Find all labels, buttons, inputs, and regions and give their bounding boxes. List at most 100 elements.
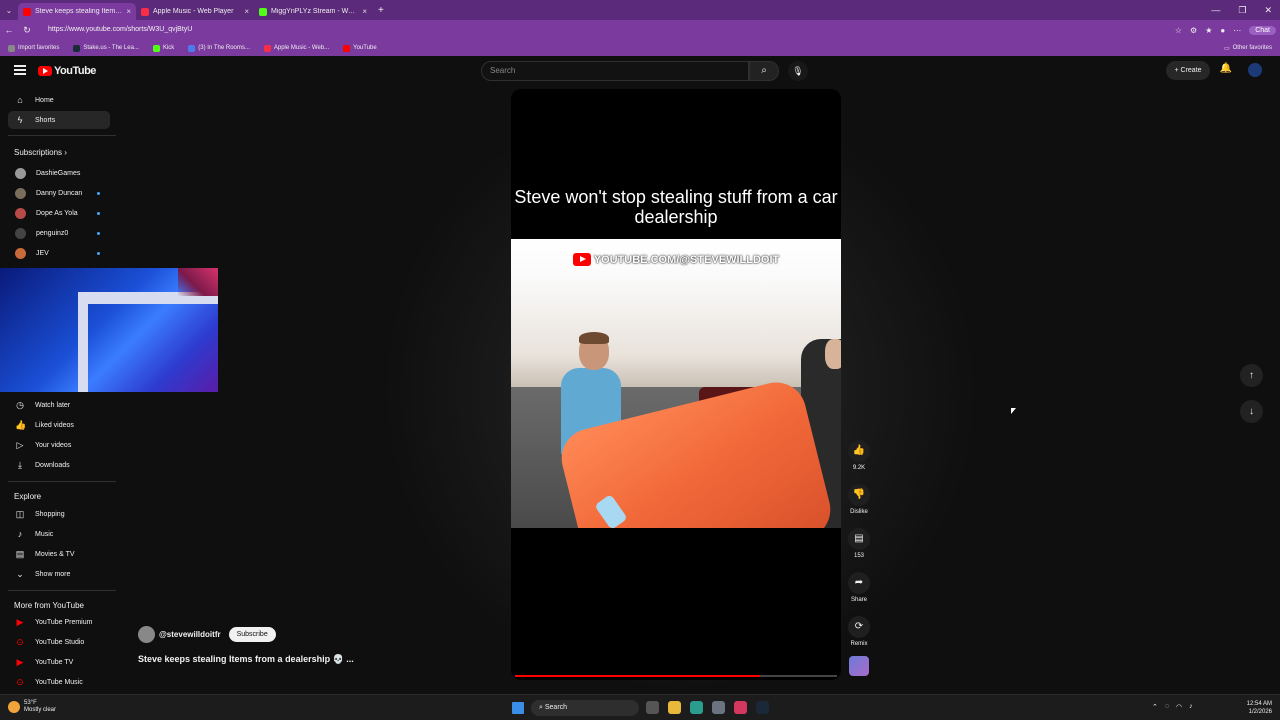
remix-button[interactable]: ⟳ Remix <box>845 616 873 647</box>
tab-youtube[interactable]: Steve keeps stealing Items fr × <box>18 3 136 20</box>
subscription-dashiegames[interactable]: DashieGames <box>8 164 110 182</box>
folder-icon: ▭ <box>1223 45 1230 52</box>
task-view-icon[interactable] <box>646 701 659 714</box>
weather-widget[interactable]: 53°F Mostly clear <box>8 700 56 714</box>
tab-kick-stream[interactable]: MiggYnPLYz Stream - Watch × <box>254 3 372 20</box>
video-title[interactable]: Steve keeps stealing Items from a dealer… <box>138 654 354 665</box>
previous-short-button[interactable]: ↑ <box>1240 364 1263 387</box>
more-icon[interactable]: ⋯ <box>1233 26 1241 35</box>
refresh-icon[interactable]: ↻ <box>18 25 36 36</box>
bookmark-stake[interactable]: Stake.us - The Lea... <box>73 44 139 52</box>
search-input[interactable]: Search <box>481 61 749 81</box>
sidebar-item-movies-tv[interactable]: ▤ Movies & TV <box>8 545 110 563</box>
star-icon[interactable]: ☆ <box>1175 26 1182 35</box>
share-arrow-icon: ➦ <box>848 572 870 594</box>
bookmark-in-the-rooms[interactable]: (3) In The Rooms... <box>188 44 250 52</box>
volume-icon[interactable]: ♪ <box>1189 703 1193 711</box>
sidebar-item-shorts[interactable]: ϟ Shorts <box>8 111 110 129</box>
music-note-icon: ♪ <box>17 529 23 539</box>
tab-apple-music[interactable]: Apple Music - Web Player × <box>136 3 254 20</box>
steam-icon[interactable] <box>756 701 769 714</box>
shorts-player[interactable]: Steve won't stop stealing stuff from a c… <box>511 89 841 680</box>
wifi-icon[interactable]: ◠ <box>1176 703 1182 711</box>
youtube-logo[interactable]: YouTube <box>38 65 96 77</box>
back-arrow-icon[interactable]: ← <box>0 25 18 35</box>
sidebar-item-music[interactable]: ♪ Music <box>8 525 110 543</box>
create-button[interactable]: + Create <box>1166 61 1210 80</box>
sidebar-item-your-videos[interactable]: ▷ Your videos <box>8 436 110 454</box>
opera-icon[interactable] <box>734 701 747 714</box>
restore-icon[interactable]: ❐ <box>1238 5 1246 16</box>
dislike-button[interactable]: 👎 Dislike <box>845 484 873 515</box>
system-tray: ⌃ ◌ ◠ ♪ <box>1152 703 1193 711</box>
sidebar-item-shopping[interactable]: ◫ Shopping <box>8 505 110 523</box>
microphone-icon: 🎙 <box>792 66 804 76</box>
copilot-chat-button[interactable]: Chat <box>1249 25 1276 35</box>
windows-start-icon[interactable] <box>512 702 524 714</box>
webcam-light <box>178 268 218 296</box>
subscribe-button[interactable]: Subscribe <box>228 627 276 642</box>
screen: ⌄ Steve keeps stealing Items fr × Apple … <box>0 0 1280 720</box>
account-avatar[interactable] <box>1248 63 1262 77</box>
channel-handle[interactable]: @stevewilldoitfr <box>159 630 221 639</box>
sidebar-item-youtube-tv[interactable]: ▶ YouTube TV <box>8 653 110 671</box>
subscription-penguinz0[interactable]: penguinz0 <box>8 224 110 242</box>
network-icon[interactable]: ◌ <box>1165 703 1169 711</box>
sound-thumbnail[interactable] <box>849 656 869 676</box>
bookmark-kick[interactable]: Kick <box>152 44 174 52</box>
thumbs-up-icon: 👍 <box>15 419 27 430</box>
sidebar-item-show-more[interactable]: ⌄ Show more <box>8 565 110 583</box>
sidebar-item-watch-later[interactable]: ◷ Watch later <box>8 396 110 414</box>
file-explorer-icon[interactable] <box>668 701 681 714</box>
next-short-button[interactable]: ↓ <box>1240 400 1263 423</box>
chevron-up-icon[interactable]: ⌃ <box>1152 703 1158 711</box>
home-icon: ⌂ <box>17 95 23 105</box>
windows-taskbar: 53°F Mostly clear ⌕ Search ⌃ ◌ ◠ ♪ 12:54 … <box>0 694 1280 720</box>
channel-avatar[interactable] <box>138 626 155 643</box>
other-favorites[interactable]: ▭ Other favorites <box>1224 45 1280 52</box>
kick-icon <box>152 44 160 52</box>
like-button[interactable]: 👍 9.2K <box>845 440 873 471</box>
voice-search-button[interactable]: 🎙 <box>788 61 808 81</box>
thumbs-up-icon: 👍 <box>848 440 870 462</box>
close-tab-icon[interactable]: × <box>126 7 131 16</box>
menu-icon[interactable] <box>14 65 26 75</box>
extensions-icon[interactable]: ⚙ <box>1190 26 1197 35</box>
bookmark-youtube[interactable]: YouTube <box>343 44 377 52</box>
sidebar-item-home[interactable]: ⌂ Home <box>8 91 110 109</box>
youtube-icon <box>343 44 351 52</box>
sidebar-item-liked-videos[interactable]: 👍 Liked videos <box>8 416 110 434</box>
shopping-bag-icon: ◫ <box>15 508 25 519</box>
subscription-jev[interactable]: JEV <box>8 244 110 262</box>
video-frame: YOUTUBE.COM/@STEVEWILLDOIT <box>511 239 841 528</box>
close-tab-icon[interactable]: × <box>244 7 249 16</box>
bookmark-apple-music[interactable]: Apple Music - Web... <box>263 44 329 52</box>
tab-title: MiggYnPLYz Stream - Watch <box>271 8 359 15</box>
sidebar-item-youtube-premium[interactable]: ▶ YouTube Premium <box>8 613 110 631</box>
close-tab-icon[interactable]: × <box>362 7 367 16</box>
favorites-icon[interactable]: ★ <box>1205 26 1212 35</box>
video-progress-bar[interactable] <box>515 675 837 677</box>
taskbar-clock[interactable]: 12:54 AM 1/2/2026 <box>1240 700 1272 716</box>
comments-button[interactable]: ▤ 153 <box>845 528 873 559</box>
subscriptions-heading[interactable]: Subscriptions › <box>14 148 67 157</box>
settings-icon[interactable] <box>712 701 725 714</box>
profile-icon[interactable]: ● <box>1220 26 1225 35</box>
new-content-dot <box>97 232 100 235</box>
new-tab-button[interactable]: + <box>372 5 390 16</box>
sidebar-item-youtube-music[interactable]: ⊙ YouTube Music <box>8 673 110 691</box>
edge-browser-icon[interactable] <box>690 701 703 714</box>
tab-actions-icon[interactable]: ⌄ <box>0 6 18 15</box>
close-window-icon[interactable]: ✕ <box>1264 5 1272 16</box>
taskbar-search[interactable]: ⌕ Search <box>531 700 639 716</box>
minimize-icon[interactable]: — <box>1211 5 1220 16</box>
notifications-bell-icon[interactable]: 🔔 <box>1219 63 1233 77</box>
subscription-danny-duncan[interactable]: Danny Duncan <box>8 184 110 202</box>
share-button[interactable]: ➦ Share <box>845 572 873 603</box>
subscription-dope-as-yola[interactable]: Dope As Yola <box>8 204 110 222</box>
sidebar-item-downloads[interactable]: ⤓ Downloads <box>8 456 110 474</box>
search-button[interactable]: ⌕ <box>749 61 779 81</box>
bookmark-import-favorites[interactable]: Import favorites <box>8 44 59 52</box>
url-field[interactable]: https://www.youtube.com/shorts/W3U_qvjBt… <box>42 23 1175 37</box>
sidebar-item-youtube-studio[interactable]: ⊙ YouTube Studio <box>8 633 110 651</box>
